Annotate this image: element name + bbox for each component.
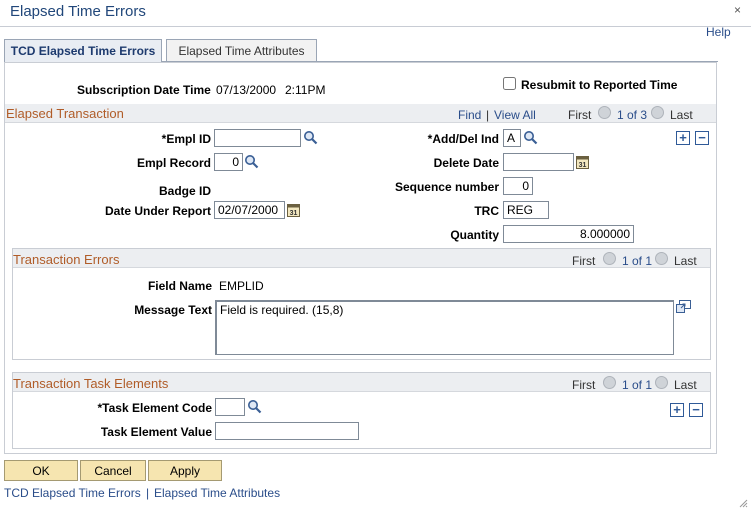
footer-link-elapsed-time-attributes[interactable]: Elapsed Time Attributes [154,486,280,500]
page-title: Elapsed Time Errors [10,3,146,20]
last-label[interactable]: Last [674,378,697,392]
calendar-icon[interactable]: 31 [576,155,589,172]
trc-label: TRC [474,204,499,218]
footer-link-tcd-elapsed-time-errors[interactable]: TCD Elapsed Time Errors [4,486,141,500]
task-element-code-label: *Task Element Code [97,401,212,415]
task-element-code-input[interactable] [215,398,245,416]
footer-separator: | [146,486,150,500]
transaction-errors-title: Transaction Errors [13,252,120,267]
message-text-label: Message Text [134,303,212,317]
tab-tcd-elapsed-time-errors[interactable]: TCD Elapsed Time Errors [4,39,162,62]
view-all-link[interactable]: View All [494,108,536,122]
add-del-ind-label: *Add/Del Ind [427,132,499,146]
row-counter: 1 of 3 [617,108,648,122]
empl-id-input[interactable] [214,129,301,147]
search-icon[interactable] [523,130,538,148]
sequence-number-label: Sequence number [394,180,499,194]
date-under-report-input[interactable] [214,201,285,219]
subscription-date-time-label: Subscription Date Time [77,83,211,97]
previous-circle-icon[interactable] [603,376,616,389]
delete-date-input[interactable] [503,153,574,171]
svg-text:31: 31 [579,162,587,169]
subscription-time: 2:11PM [285,83,326,97]
sequence-number-input[interactable] [503,177,533,195]
next-circle-icon[interactable] [655,252,668,265]
close-icon[interactable]: × [734,3,741,17]
badge-id-label: Badge ID [158,184,211,198]
empl-id-label: *Empl ID [161,132,211,146]
first-label[interactable]: First [572,378,595,392]
svg-text:31: 31 [290,210,298,217]
title-divider [0,26,751,27]
trc-input[interactable] [503,201,549,219]
quantity-input[interactable] [503,225,634,243]
first-label[interactable]: First [572,254,595,268]
quantity-label: Quantity [450,228,499,242]
previous-circle-icon[interactable] [598,106,611,119]
find-link[interactable]: Find [458,108,481,122]
task-elements-title: Transaction Task Elements [13,376,169,391]
add-del-ind-input[interactable] [503,129,521,147]
delete-date-label: Delete Date [433,156,499,170]
delete-row-button[interactable]: − [689,403,703,417]
elapsed-transaction-title: Elapsed Transaction [6,106,124,121]
date-under-report-label: Date Under Report [104,204,211,218]
cancel-button[interactable]: Cancel [80,460,146,481]
next-circle-icon[interactable] [655,376,668,389]
add-row-button[interactable]: + [670,403,684,417]
subscription-date: 07/13/2000 [216,83,277,97]
expand-window-icon[interactable] [676,300,691,316]
next-circle-icon[interactable] [651,106,664,119]
nav-separator: | [486,108,490,122]
task-element-value-input[interactable] [215,422,359,440]
row-counter: 1 of 1 [622,378,653,392]
resubmit-checkbox[interactable] [503,77,516,90]
tab-elapsed-time-attributes[interactable]: Elapsed Time Attributes [166,39,317,61]
help-link[interactable]: Help [706,25,731,39]
calendar-icon[interactable]: 31 [287,203,300,220]
empl-record-label: Empl Record [136,156,211,170]
last-label[interactable]: Last [674,254,697,268]
last-label[interactable]: Last [670,108,693,122]
row-counter: 1 of 1 [622,254,653,268]
field-name-label: Field Name [147,279,212,293]
field-name-value: EMPLID [219,279,264,293]
resubmit-label: Resubmit to Reported Time [521,78,678,92]
apply-button[interactable]: Apply [148,460,222,481]
search-icon[interactable] [244,154,259,172]
empl-record-input[interactable] [214,153,243,171]
ok-button[interactable]: OK [4,460,78,481]
previous-circle-icon[interactable] [603,252,616,265]
add-row-button[interactable]: + [676,131,690,145]
delete-row-button[interactable]: − [695,131,709,145]
search-icon[interactable] [247,399,262,417]
message-text-area[interactable]: Field is required. (15,8) [215,300,674,355]
first-label[interactable]: First [568,108,591,122]
task-element-value-label: Task Element Value [100,425,212,439]
resize-grip-icon[interactable] [738,497,748,508]
search-icon[interactable] [303,130,318,148]
